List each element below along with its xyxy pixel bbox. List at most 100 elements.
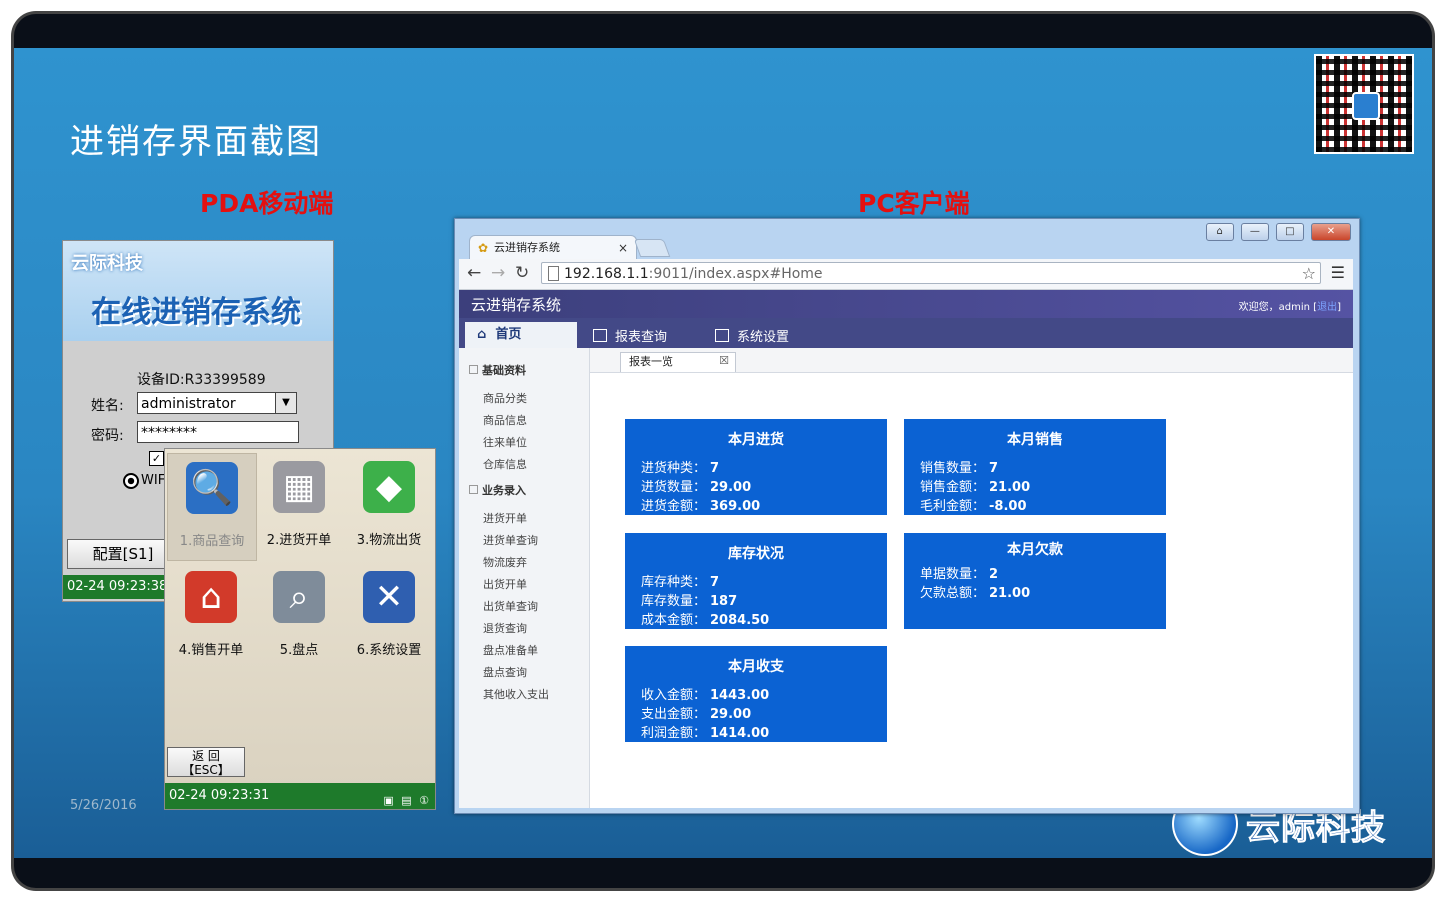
welcome-suffix: ] bbox=[1337, 302, 1341, 313]
pda-app-title: 在线进销存系统 bbox=[91, 295, 301, 330]
status-icons: ▣ ▤ ① bbox=[383, 794, 431, 807]
chevron-down-icon[interactable]: ▼ bbox=[275, 393, 296, 413]
user-icon[interactable]: ⌂ bbox=[1205, 223, 1234, 241]
card-row: 支出金额： 29.00 bbox=[641, 707, 752, 722]
slide-title: 进销存界面截图 bbox=[70, 122, 322, 162]
browser-menu-icon[interactable]: ☰ bbox=[1331, 263, 1345, 282]
pda-section-label: PDA移动端 bbox=[200, 189, 334, 218]
sidebar-item[interactable]: 往来单位 bbox=[483, 434, 527, 450]
tile-stocktake[interactable]: ⌕ 5.盘点 bbox=[255, 563, 343, 669]
sidebar-item[interactable]: 出货开单 bbox=[483, 576, 527, 592]
back-button[interactable]: 返 回 【ESC】 bbox=[167, 747, 245, 777]
password-label: 密码: bbox=[91, 428, 124, 444]
card-row: 进货数量： 29.00 bbox=[641, 480, 752, 495]
pda-login-header: 云际科技 在线进销存系统 bbox=[63, 241, 333, 341]
group-title: 业务录入 bbox=[482, 484, 526, 497]
card-row: 成本金额： 2084.50 bbox=[641, 613, 770, 628]
qr-code-icon bbox=[1314, 54, 1414, 154]
forward-arrow-icon[interactable]: → bbox=[491, 263, 505, 283]
tile-label: 6.系统设置 bbox=[356, 643, 422, 658]
card-monthly-income-expense: 本月收支 收入金额： 1443.00 支出金额： 29.00 利润金额： 1414.0… bbox=[625, 646, 887, 742]
sidebar-item[interactable]: 进货单查询 bbox=[483, 532, 538, 548]
tile-label: 3.物流出货 bbox=[356, 533, 422, 548]
address-bar[interactable]: 192.168.1.1:9011/index.aspx#Home ☆ bbox=[541, 262, 1321, 284]
card-row: 库存种类： 7 bbox=[641, 575, 720, 590]
tile-label: 4.销售开单 bbox=[178, 643, 244, 658]
welcome-text: 欢迎您，admin [退出] bbox=[1239, 298, 1341, 313]
sidebar-item[interactable]: 盘点准备单 bbox=[483, 642, 538, 658]
name-label: 姓名: bbox=[91, 398, 124, 414]
browser-tab[interactable]: ✿ 云进销存系统 × bbox=[469, 235, 637, 259]
tab-label: 报表一览 bbox=[629, 355, 673, 368]
browser-window: ⌂ — □ ✕ ✿ 云进销存系统 × ← → ↻ 192.168.1.1:901… bbox=[454, 218, 1360, 814]
sidebar-group-business[interactable]: 业务录入 bbox=[469, 482, 526, 498]
home-icon: ⌂ bbox=[477, 327, 487, 342]
sidebar-item[interactable]: 退货查询 bbox=[483, 620, 527, 636]
password-field[interactable]: ******** bbox=[137, 421, 299, 443]
tile-product-query[interactable]: 🔍 1.商品查询 bbox=[167, 453, 257, 561]
tile-system-settings[interactable]: ✕ 6.系统设置 bbox=[345, 563, 433, 669]
sidebar-item[interactable]: 仓库信息 bbox=[483, 456, 527, 472]
close-icon[interactable]: ☒ bbox=[719, 352, 729, 370]
bookmark-star-icon[interactable]: ☆ bbox=[1302, 263, 1316, 285]
web-page: 云进销存系统 欢迎您，admin [退出] ⌂ 首页 报表查询 系统设置 基础资… bbox=[459, 290, 1353, 808]
config-button[interactable]: 配置[S1] bbox=[67, 539, 179, 569]
list-icon bbox=[715, 329, 729, 342]
maximize-button[interactable]: □ bbox=[1275, 223, 1304, 241]
close-window-button[interactable]: ✕ bbox=[1311, 223, 1351, 241]
card-monthly-purchase: 本月进货 进货种类： 7 进货数量： 29.00 进货金额： 369.00 bbox=[625, 419, 887, 515]
favicon-icon: ✿ bbox=[478, 241, 489, 255]
tab-title: 云进销存系统 bbox=[494, 241, 560, 254]
card-row: 毛利金额： -8.00 bbox=[920, 499, 1027, 514]
pda-logo: 云际科技 bbox=[71, 253, 143, 274]
grid-icon bbox=[593, 329, 607, 342]
app-title: 云进销存系统 bbox=[471, 296, 562, 314]
tile-sales-order[interactable]: ⌂ 4.销售开单 bbox=[167, 563, 255, 669]
pda-menu-status-bar: 02-24 09:23:31 ▣ ▤ ① bbox=[165, 783, 435, 809]
sidebar-item[interactable]: 出货单查询 bbox=[483, 598, 538, 614]
search-icon: 🔍 bbox=[186, 462, 238, 514]
status-time: 02-24 09:23:31 bbox=[169, 788, 270, 803]
tile-label: 2.进货开单 bbox=[266, 533, 332, 548]
pda-menu-screen: 🔍 1.商品查询 ▦ 2.进货开单 ◆ 3.物流出货 ⌂ 4.销售开单 ⌕ 5.… bbox=[164, 448, 436, 810]
slide-date: 5/26/2016 bbox=[70, 798, 137, 813]
card-row: 库存数量： 187 bbox=[641, 594, 738, 609]
sidebar-item[interactable]: 物流废弃 bbox=[483, 554, 527, 570]
card-row: 进货金额： 369.00 bbox=[641, 499, 761, 514]
collapse-icon bbox=[469, 485, 478, 494]
url-host: 192.168.1.1 bbox=[564, 266, 649, 282]
tile-label: 1.商品查询 bbox=[179, 534, 245, 549]
name-select[interactable]: administrator ▼ bbox=[137, 392, 297, 414]
nav-system-settings[interactable]: 系统设置 bbox=[715, 326, 789, 345]
card-title: 本月进货 bbox=[728, 432, 784, 448]
sidebar-item[interactable]: 商品分类 bbox=[483, 390, 527, 406]
sidebar-item[interactable]: 其他收入支出 bbox=[483, 686, 549, 702]
back-arrow-icon[interactable]: ← bbox=[467, 263, 481, 283]
sidebar-group-basic[interactable]: 基础资料 bbox=[469, 362, 526, 378]
sidebar-item[interactable]: 进货开单 bbox=[483, 510, 527, 526]
wifi-radio[interactable] bbox=[123, 473, 139, 489]
back-button-label: 返 回 bbox=[192, 749, 220, 763]
sidebar-item[interactable]: 商品信息 bbox=[483, 412, 527, 428]
cubes-icon: ◆ bbox=[363, 461, 415, 513]
tab-report-overview[interactable]: 报表一览 ☒ bbox=[620, 352, 736, 372]
remember-checkbox[interactable]: ✓ bbox=[149, 451, 164, 466]
card-row: 销售数量： 7 bbox=[920, 461, 999, 476]
card-title: 库存状况 bbox=[728, 546, 784, 562]
tile-purchase-order[interactable]: ▦ 2.进货开单 bbox=[255, 453, 343, 559]
content-tabs: 报表一览 ☒ bbox=[590, 348, 1353, 373]
card-inventory-status: 库存状况 库存种类： 7 库存数量： 187 成本金额： 2084.50 bbox=[625, 533, 887, 629]
card-row: 欠款总额： 21.00 bbox=[920, 586, 1031, 601]
nav-report-query[interactable]: 报表查询 bbox=[593, 326, 667, 345]
minimize-button[interactable]: — bbox=[1240, 223, 1269, 241]
main-nav: ⌂ 首页 报表查询 系统设置 bbox=[459, 318, 1353, 350]
reload-icon[interactable]: ↻ bbox=[515, 263, 529, 283]
card-row: 进货种类： 7 bbox=[641, 461, 720, 476]
card-monthly-arrears: 本月欠款 单据数量： 2 欠款总额： 21.00 bbox=[904, 533, 1166, 629]
nav-home[interactable]: ⌂ 首页 bbox=[465, 322, 577, 350]
tab-close-button[interactable]: × bbox=[618, 236, 628, 260]
sidebar-item[interactable]: 盘点查询 bbox=[483, 664, 527, 680]
logout-link[interactable]: 退出 bbox=[1317, 302, 1337, 313]
tile-logistics-shipping[interactable]: ◆ 3.物流出货 bbox=[345, 453, 433, 559]
new-tab-button[interactable] bbox=[633, 239, 671, 257]
